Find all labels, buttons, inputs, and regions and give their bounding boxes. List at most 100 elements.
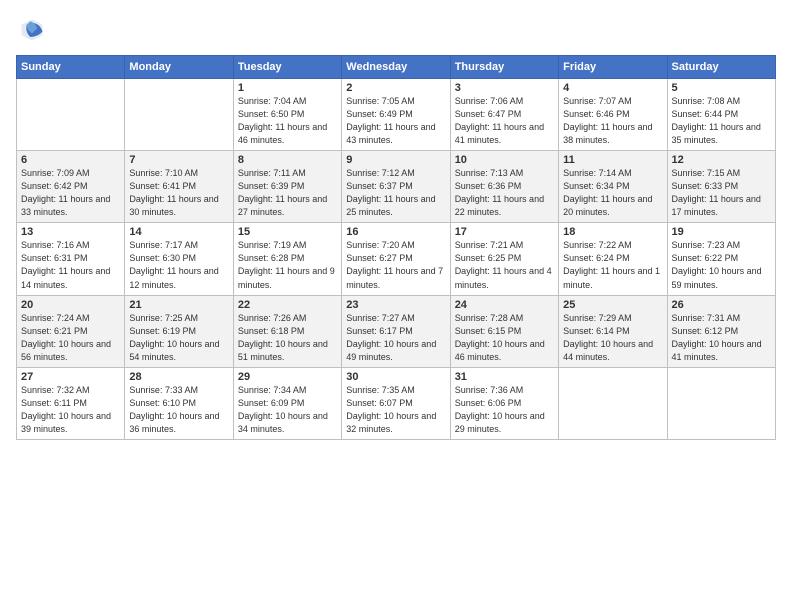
calendar-cell: 2Sunrise: 7:05 AM Sunset: 6:49 PM Daylig… [342, 79, 450, 151]
calendar-cell: 23Sunrise: 7:27 AM Sunset: 6:17 PM Dayli… [342, 295, 450, 367]
calendar-cell: 17Sunrise: 7:21 AM Sunset: 6:25 PM Dayli… [450, 223, 558, 295]
calendar-cell: 1Sunrise: 7:04 AM Sunset: 6:50 PM Daylig… [233, 79, 341, 151]
day-info: Sunrise: 7:12 AM Sunset: 6:37 PM Dayligh… [346, 167, 445, 219]
logo-icon [18, 16, 46, 44]
calendar-cell: 12Sunrise: 7:15 AM Sunset: 6:33 PM Dayli… [667, 151, 775, 223]
header-cell-thursday: Thursday [450, 56, 558, 79]
day-info: Sunrise: 7:28 AM Sunset: 6:15 PM Dayligh… [455, 312, 554, 364]
week-row-2: 6Sunrise: 7:09 AM Sunset: 6:42 PM Daylig… [17, 151, 776, 223]
day-number: 2 [346, 82, 445, 94]
day-number: 8 [238, 154, 337, 166]
day-info: Sunrise: 7:19 AM Sunset: 6:28 PM Dayligh… [238, 239, 337, 291]
day-number: 21 [129, 299, 228, 311]
day-number: 3 [455, 82, 554, 94]
calendar-cell [559, 367, 667, 439]
day-number: 13 [21, 226, 120, 238]
calendar-cell: 22Sunrise: 7:26 AM Sunset: 6:18 PM Dayli… [233, 295, 341, 367]
calendar-cell: 25Sunrise: 7:29 AM Sunset: 6:14 PM Dayli… [559, 295, 667, 367]
header-cell-wednesday: Wednesday [342, 56, 450, 79]
calendar-cell: 29Sunrise: 7:34 AM Sunset: 6:09 PM Dayli… [233, 367, 341, 439]
logo [16, 16, 46, 49]
day-number: 23 [346, 299, 445, 311]
day-number: 16 [346, 226, 445, 238]
day-number: 24 [455, 299, 554, 311]
day-number: 4 [563, 82, 662, 94]
day-number: 6 [21, 154, 120, 166]
day-info: Sunrise: 7:11 AM Sunset: 6:39 PM Dayligh… [238, 167, 337, 219]
day-info: Sunrise: 7:21 AM Sunset: 6:25 PM Dayligh… [455, 239, 554, 291]
day-info: Sunrise: 7:17 AM Sunset: 6:30 PM Dayligh… [129, 239, 228, 291]
calendar-cell: 9Sunrise: 7:12 AM Sunset: 6:37 PM Daylig… [342, 151, 450, 223]
day-number: 7 [129, 154, 228, 166]
calendar-cell: 30Sunrise: 7:35 AM Sunset: 6:07 PM Dayli… [342, 367, 450, 439]
day-info: Sunrise: 7:27 AM Sunset: 6:17 PM Dayligh… [346, 312, 445, 364]
header-cell-friday: Friday [559, 56, 667, 79]
header-row: SundayMondayTuesdayWednesdayThursdayFrid… [17, 56, 776, 79]
day-info: Sunrise: 7:15 AM Sunset: 6:33 PM Dayligh… [672, 167, 771, 219]
week-row-5: 27Sunrise: 7:32 AM Sunset: 6:11 PM Dayli… [17, 367, 776, 439]
day-number: 20 [21, 299, 120, 311]
calendar-cell: 6Sunrise: 7:09 AM Sunset: 6:42 PM Daylig… [17, 151, 125, 223]
week-row-4: 20Sunrise: 7:24 AM Sunset: 6:21 PM Dayli… [17, 295, 776, 367]
day-info: Sunrise: 7:33 AM Sunset: 6:10 PM Dayligh… [129, 384, 228, 436]
calendar-body: 1Sunrise: 7:04 AM Sunset: 6:50 PM Daylig… [17, 79, 776, 440]
day-info: Sunrise: 7:05 AM Sunset: 6:49 PM Dayligh… [346, 95, 445, 147]
calendar-cell: 11Sunrise: 7:14 AM Sunset: 6:34 PM Dayli… [559, 151, 667, 223]
calendar-cell: 8Sunrise: 7:11 AM Sunset: 6:39 PM Daylig… [233, 151, 341, 223]
day-info: Sunrise: 7:24 AM Sunset: 6:21 PM Dayligh… [21, 312, 120, 364]
header-cell-saturday: Saturday [667, 56, 775, 79]
day-number: 27 [21, 371, 120, 383]
day-info: Sunrise: 7:08 AM Sunset: 6:44 PM Dayligh… [672, 95, 771, 147]
calendar-cell [17, 79, 125, 151]
calendar-cell: 18Sunrise: 7:22 AM Sunset: 6:24 PM Dayli… [559, 223, 667, 295]
calendar-cell: 24Sunrise: 7:28 AM Sunset: 6:15 PM Dayli… [450, 295, 558, 367]
day-info: Sunrise: 7:36 AM Sunset: 6:06 PM Dayligh… [455, 384, 554, 436]
week-row-1: 1Sunrise: 7:04 AM Sunset: 6:50 PM Daylig… [17, 79, 776, 151]
page-container: SundayMondayTuesdayWednesdayThursdayFrid… [0, 0, 792, 448]
day-info: Sunrise: 7:04 AM Sunset: 6:50 PM Dayligh… [238, 95, 337, 147]
day-number: 15 [238, 226, 337, 238]
calendar-cell [667, 367, 775, 439]
day-info: Sunrise: 7:13 AM Sunset: 6:36 PM Dayligh… [455, 167, 554, 219]
day-number: 26 [672, 299, 771, 311]
day-number: 29 [238, 371, 337, 383]
calendar-cell: 26Sunrise: 7:31 AM Sunset: 6:12 PM Dayli… [667, 295, 775, 367]
calendar-cell: 7Sunrise: 7:10 AM Sunset: 6:41 PM Daylig… [125, 151, 233, 223]
calendar-cell: 28Sunrise: 7:33 AM Sunset: 6:10 PM Dayli… [125, 367, 233, 439]
day-number: 14 [129, 226, 228, 238]
header-cell-monday: Monday [125, 56, 233, 79]
day-info: Sunrise: 7:32 AM Sunset: 6:11 PM Dayligh… [21, 384, 120, 436]
day-info: Sunrise: 7:29 AM Sunset: 6:14 PM Dayligh… [563, 312, 662, 364]
day-info: Sunrise: 7:25 AM Sunset: 6:19 PM Dayligh… [129, 312, 228, 364]
day-info: Sunrise: 7:20 AM Sunset: 6:27 PM Dayligh… [346, 239, 445, 291]
header-cell-tuesday: Tuesday [233, 56, 341, 79]
week-row-3: 13Sunrise: 7:16 AM Sunset: 6:31 PM Dayli… [17, 223, 776, 295]
day-number: 12 [672, 154, 771, 166]
day-number: 18 [563, 226, 662, 238]
day-number: 31 [455, 371, 554, 383]
calendar-cell: 10Sunrise: 7:13 AM Sunset: 6:36 PM Dayli… [450, 151, 558, 223]
day-number: 11 [563, 154, 662, 166]
day-number: 9 [346, 154, 445, 166]
day-number: 19 [672, 226, 771, 238]
day-number: 17 [455, 226, 554, 238]
calendar-cell: 31Sunrise: 7:36 AM Sunset: 6:06 PM Dayli… [450, 367, 558, 439]
day-number: 5 [672, 82, 771, 94]
calendar-cell: 4Sunrise: 7:07 AM Sunset: 6:46 PM Daylig… [559, 79, 667, 151]
day-info: Sunrise: 7:06 AM Sunset: 6:47 PM Dayligh… [455, 95, 554, 147]
day-info: Sunrise: 7:35 AM Sunset: 6:07 PM Dayligh… [346, 384, 445, 436]
calendar-table: SundayMondayTuesdayWednesdayThursdayFrid… [16, 55, 776, 440]
day-info: Sunrise: 7:26 AM Sunset: 6:18 PM Dayligh… [238, 312, 337, 364]
header-cell-sunday: Sunday [17, 56, 125, 79]
day-number: 30 [346, 371, 445, 383]
calendar-cell: 13Sunrise: 7:16 AM Sunset: 6:31 PM Dayli… [17, 223, 125, 295]
day-info: Sunrise: 7:23 AM Sunset: 6:22 PM Dayligh… [672, 239, 771, 291]
day-info: Sunrise: 7:09 AM Sunset: 6:42 PM Dayligh… [21, 167, 120, 219]
day-info: Sunrise: 7:07 AM Sunset: 6:46 PM Dayligh… [563, 95, 662, 147]
day-info: Sunrise: 7:22 AM Sunset: 6:24 PM Dayligh… [563, 239, 662, 291]
day-number: 28 [129, 371, 228, 383]
calendar-cell [125, 79, 233, 151]
calendar-cell: 27Sunrise: 7:32 AM Sunset: 6:11 PM Dayli… [17, 367, 125, 439]
calendar-cell: 16Sunrise: 7:20 AM Sunset: 6:27 PM Dayli… [342, 223, 450, 295]
day-info: Sunrise: 7:34 AM Sunset: 6:09 PM Dayligh… [238, 384, 337, 436]
